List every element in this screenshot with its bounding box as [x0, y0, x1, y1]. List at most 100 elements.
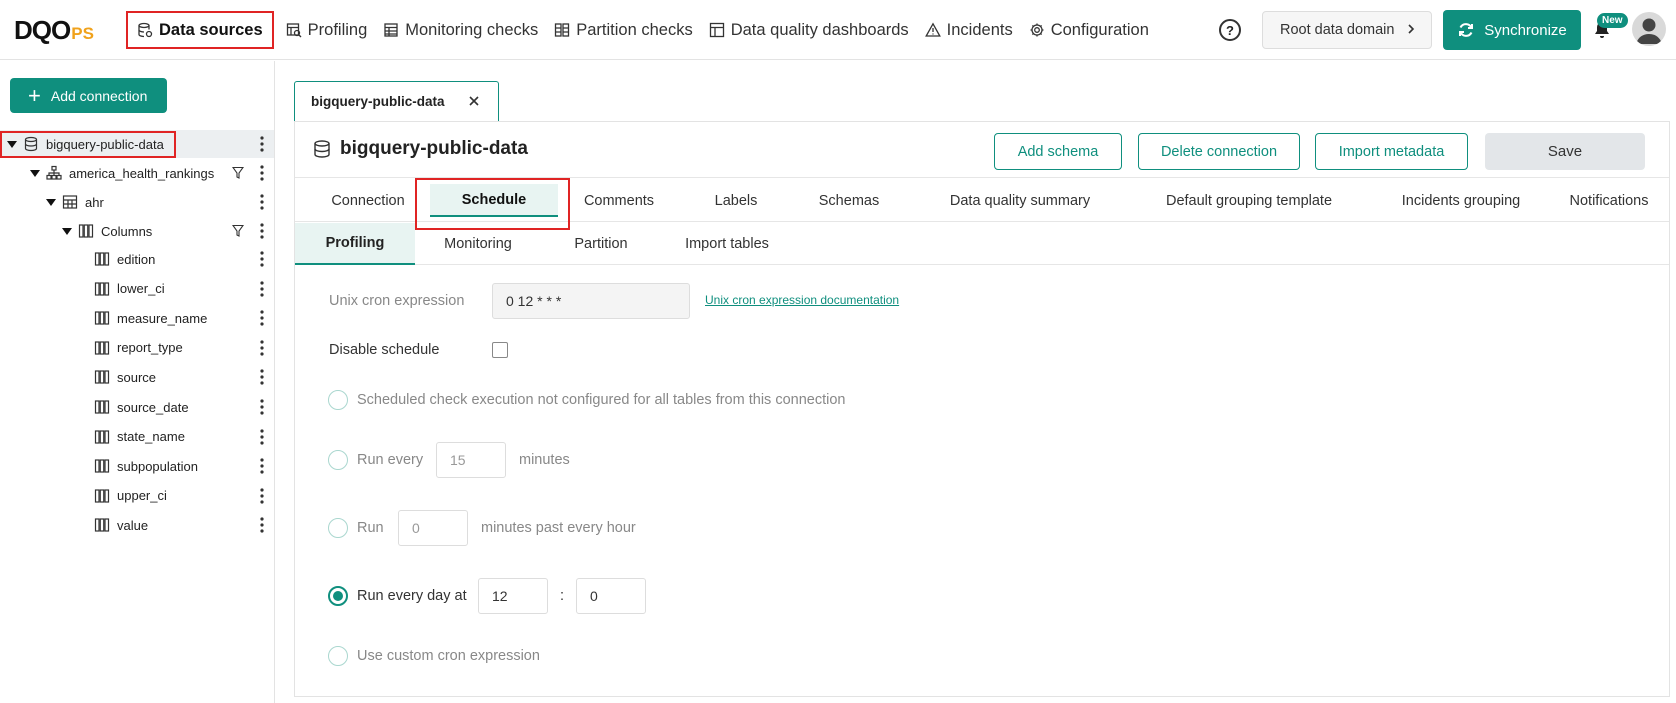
tree-label: state_name — [117, 429, 185, 445]
column-icon — [94, 518, 110, 532]
subtab-import-tables[interactable]: Import tables — [661, 223, 793, 265]
subtab-monitoring[interactable]: Monitoring — [415, 223, 541, 265]
more-vertical-icon[interactable] — [260, 280, 264, 298]
more-vertical-icon[interactable] — [260, 222, 264, 240]
caret-down-icon — [30, 169, 40, 177]
daily-minute-input[interactable]: 0 — [576, 578, 646, 614]
logo-suffix: PS — [71, 24, 94, 43]
tab-incidents-grouping[interactable]: Incidents grouping — [1371, 179, 1551, 222]
nav-label: Profiling — [307, 20, 368, 39]
more-vertical-icon[interactable] — [260, 309, 264, 327]
cron-input[interactable]: 0 12 * * * — [492, 283, 690, 319]
top-header: DQO PS Data sources Profiling Monitoring … — [0, 0, 1676, 60]
tree-table[interactable]: ahr — [0, 188, 274, 216]
tab-comments[interactable]: Comments — [567, 179, 671, 222]
tree-column-item[interactable]: lower_ci — [0, 275, 274, 303]
synchronize-button[interactable]: Synchronize — [1443, 10, 1581, 50]
tree-connection-highlight: bigquery-public-data — [0, 130, 176, 158]
column-icon — [94, 281, 110, 296]
tree-column-item[interactable]: report_type — [0, 334, 274, 362]
tree-connection[interactable]: bigquery-public-data — [0, 130, 274, 158]
radio-not-configured[interactable] — [328, 390, 348, 410]
tab-schedule[interactable]: Schedule — [429, 179, 559, 222]
more-vertical-icon[interactable] — [260, 250, 264, 268]
avatar[interactable] — [1632, 12, 1666, 46]
more-vertical-icon[interactable] — [260, 487, 264, 505]
cron-label: Unix cron expression — [329, 293, 465, 309]
tree-label: bigquery-public-data — [46, 136, 164, 152]
help-icon[interactable]: ? — [1219, 19, 1241, 41]
nav-incidents[interactable]: Incidents — [917, 11, 1021, 49]
more-vertical-icon[interactable] — [260, 164, 264, 182]
close-icon[interactable] — [467, 94, 481, 108]
panel-header: bigquery-public-data Add schema Delete c… — [295, 122, 1669, 178]
open-connection-tab[interactable]: bigquery-public-data — [294, 81, 499, 121]
add-schema-button[interactable]: Add schema — [994, 133, 1122, 170]
tab-labels[interactable]: Labels — [691, 179, 781, 222]
radio-run-past-hour[interactable] — [328, 518, 348, 538]
monitoring-icon — [384, 23, 398, 37]
filter-icon[interactable] — [232, 224, 244, 238]
cron-doc-link[interactable]: Unix cron expression documentation — [705, 293, 899, 307]
import-metadata-button[interactable]: Import metadata — [1315, 133, 1468, 170]
column-icon — [94, 489, 110, 503]
tab-default-grouping-template[interactable]: Default grouping template — [1135, 179, 1363, 222]
nav-configuration[interactable]: Configuration — [1021, 11, 1157, 49]
subtab-profiling[interactable]: Profiling — [295, 223, 415, 265]
filter-icon[interactable] — [232, 166, 244, 180]
option-run-label: Run — [357, 520, 384, 536]
tree-columns-folder[interactable]: Columns — [0, 217, 274, 245]
nav-data-sources[interactable]: Data sources — [126, 11, 274, 49]
tree-schema[interactable]: america_health_rankings — [0, 159, 274, 187]
save-button[interactable]: Save — [1485, 133, 1645, 170]
tree-column-item[interactable]: measure_name — [0, 304, 274, 332]
delete-connection-button[interactable]: Delete connection — [1138, 133, 1300, 170]
more-vertical-icon[interactable] — [260, 428, 264, 446]
radio-custom-cron[interactable] — [328, 646, 348, 666]
more-vertical-icon[interactable] — [260, 339, 264, 357]
tab-connection[interactable]: Connection — [313, 179, 423, 222]
tree-column-item[interactable]: edition — [0, 245, 274, 273]
dqops-logo[interactable]: DQO PS — [14, 14, 94, 46]
run-every-minutes-input[interactable]: 15 — [436, 442, 506, 478]
nav-monitoring-checks[interactable]: Monitoring checks — [375, 11, 546, 49]
radio-run-daily[interactable] — [328, 586, 348, 606]
page-title-text: bigquery-public-data — [340, 138, 528, 159]
tab-notifications[interactable]: Notifications — [1549, 179, 1669, 222]
tree-label: ahr — [85, 194, 104, 210]
minutes-past-hour-input[interactable]: 0 — [398, 510, 468, 546]
column-icon — [94, 341, 110, 355]
minutes-past-label: minutes past every hour — [481, 520, 636, 536]
nav-profiling[interactable]: Profiling — [278, 11, 376, 49]
data-domain-selector[interactable]: Root data domain — [1262, 11, 1432, 49]
tree-label: value — [117, 517, 149, 533]
table-icon — [62, 195, 78, 209]
disable-schedule-checkbox[interactable] — [492, 342, 508, 358]
more-vertical-icon[interactable] — [260, 516, 264, 534]
daily-hour-input[interactable]: 12 — [478, 578, 548, 614]
radio-run-every[interactable] — [328, 450, 348, 470]
tree-column-item[interactable]: source_date — [0, 393, 274, 421]
add-connection-button[interactable]: + Add connection — [10, 78, 167, 113]
disable-schedule-label: Disable schedule — [329, 342, 440, 358]
nav-label: Partition checks — [576, 20, 693, 39]
nav-dashboards[interactable]: Data quality dashboards — [701, 11, 917, 49]
tree-column-item[interactable]: source — [0, 363, 274, 391]
tree-column-item[interactable]: state_name — [0, 423, 274, 451]
more-vertical-icon[interactable] — [260, 457, 264, 475]
page-title: bigquery-public-data — [312, 138, 528, 160]
synchronize-label: Synchronize — [1484, 21, 1567, 39]
tree-column-item[interactable]: subpopulation — [0, 452, 274, 480]
tree-column-item[interactable]: value — [0, 511, 274, 539]
nav-label: Monitoring checks — [405, 20, 539, 39]
tree-column-item[interactable]: upper_ci — [0, 482, 274, 510]
more-vertical-icon[interactable] — [260, 368, 264, 386]
more-vertical-icon[interactable] — [260, 398, 264, 416]
tab-schemas[interactable]: Schemas — [799, 179, 899, 222]
tab-data-quality-summary[interactable]: Data quality summary — [925, 179, 1115, 222]
more-vertical-icon[interactable] — [260, 193, 264, 211]
nav-label: Incidents — [946, 20, 1013, 39]
nav-partition-checks[interactable]: Partition checks — [546, 11, 700, 49]
more-vertical-icon[interactable] — [260, 135, 264, 153]
subtab-partition[interactable]: Partition — [541, 223, 661, 265]
